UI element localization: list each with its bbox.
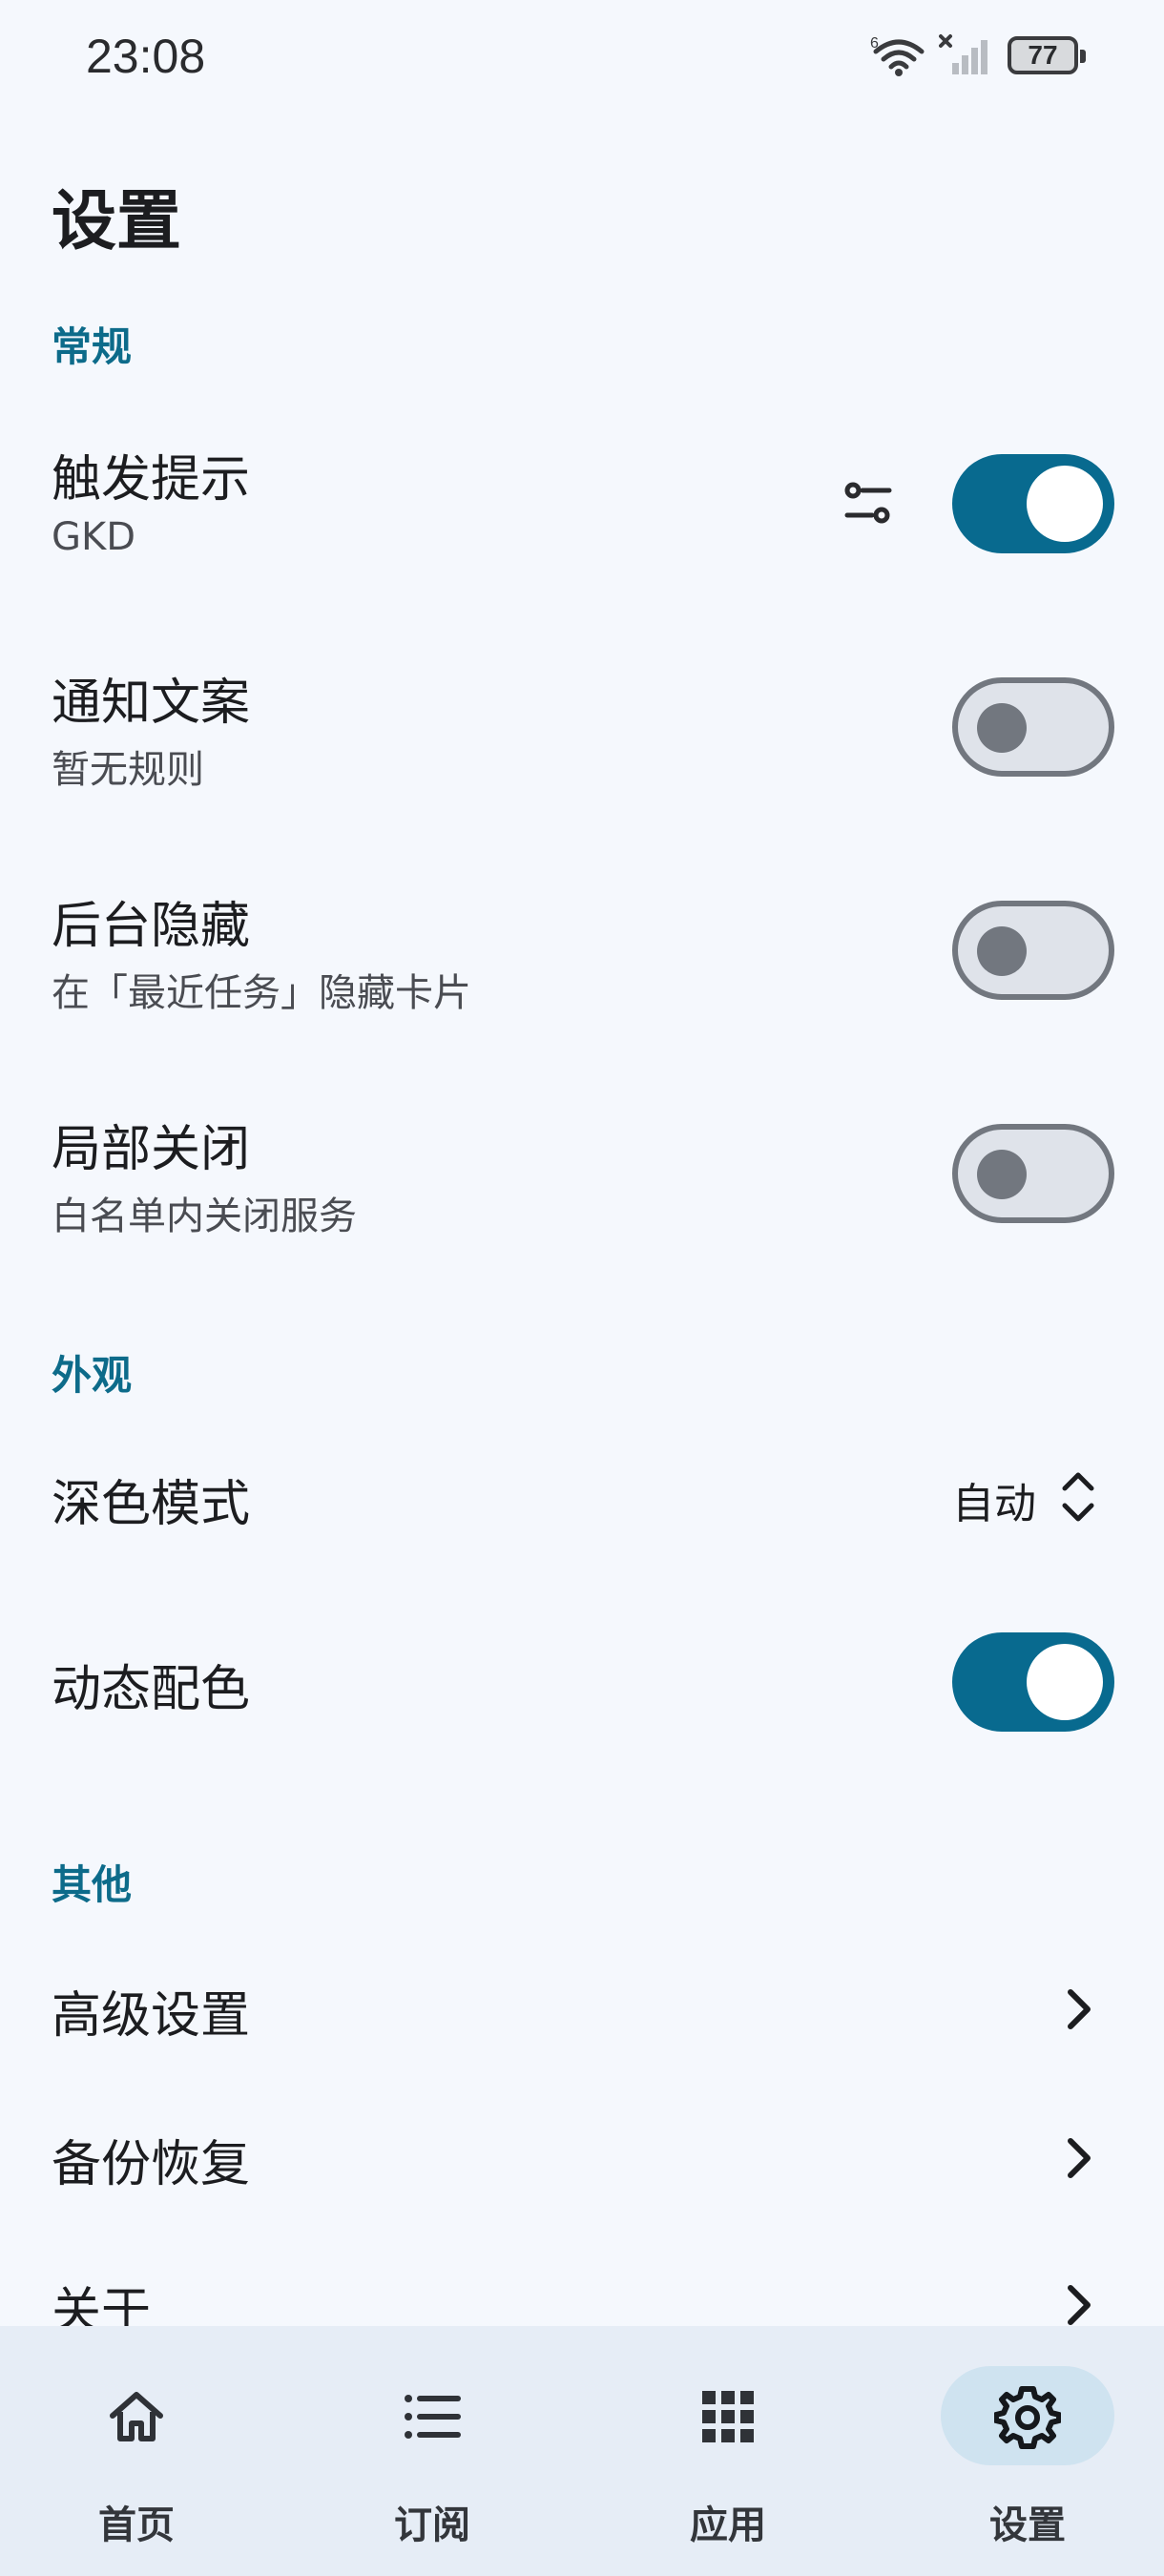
cellular-signal-icon xyxy=(939,34,987,74)
nav-label: 订阅 xyxy=(394,2503,470,2547)
wifi-icon: 6 xyxy=(870,35,925,76)
dynamic-color-switch[interactable] xyxy=(952,1632,1114,1732)
nav-item-subscriptions[interactable]: 订阅 xyxy=(296,2326,587,2576)
setting-dynamic-color[interactable]: 动态配色 xyxy=(0,1630,1164,1735)
setting-subtitle: GKD xyxy=(52,515,136,559)
section-header-appearance: 外观 xyxy=(52,1352,133,1399)
setting-title: 深色模式 xyxy=(52,1476,251,1533)
section-header-general: 常规 xyxy=(52,323,133,370)
grid-icon xyxy=(702,2391,754,2442)
nav-label: 应用 xyxy=(690,2503,766,2547)
chevron-right-icon xyxy=(1068,1989,1091,2029)
status-bar: 23:08 6 77 xyxy=(0,0,1164,114)
setting-title: 通知文案 xyxy=(52,675,251,732)
battery-level: 77 xyxy=(1028,40,1058,70)
chevron-right-icon xyxy=(1068,2138,1091,2178)
setting-title: 备份恢复 xyxy=(52,2136,251,2193)
setting-subtitle: 白名单内关闭服务 xyxy=(52,1195,357,1238)
setting-notification-text[interactable]: 通知文案 暂无规则 xyxy=(0,643,1164,811)
setting-partial-close[interactable]: 局部关闭 白名单内关闭服务 xyxy=(0,1090,1164,1257)
setting-subtitle: 暂无规则 xyxy=(52,748,204,792)
setting-title: 触发提示 xyxy=(52,451,251,509)
setting-title: 局部关闭 xyxy=(52,1121,251,1178)
setting-backup[interactable]: 备份恢复 xyxy=(0,2105,1164,2210)
background-hide-switch[interactable] xyxy=(952,901,1114,1000)
setting-title: 动态配色 xyxy=(52,1661,251,1718)
chevron-right-icon xyxy=(1068,2285,1091,2325)
setting-background-hide[interactable]: 后台隐藏 在「最近任务」隐藏卡片 xyxy=(0,866,1164,1034)
nav-item-home[interactable]: 首页 xyxy=(0,2326,291,2576)
bottom-navigation: 首页 订阅 应用 设置 xyxy=(0,2326,1164,2576)
status-icons: 6 77 xyxy=(870,32,1086,78)
notification-text-switch[interactable] xyxy=(952,677,1114,777)
gear-icon xyxy=(994,2386,1061,2449)
nav-item-apps[interactable]: 应用 xyxy=(592,2326,883,2576)
setting-subtitle: 在「最近任务」隐藏卡片 xyxy=(52,971,471,1015)
setting-title: 高级设置 xyxy=(52,1987,251,2045)
setting-trigger-tip[interactable]: 触发提示 GKD xyxy=(0,420,1164,588)
setting-about[interactable]: 关于 xyxy=(0,2252,1164,2326)
battery-icon: 77 xyxy=(1008,36,1086,74)
nav-item-settings[interactable]: 设置 xyxy=(889,2326,1164,2576)
dark-mode-value[interactable]: 自动 xyxy=(952,1469,1036,1530)
page-title: 设置 xyxy=(52,184,182,260)
unfold-more-icon[interactable] xyxy=(1057,1464,1099,1530)
list-icon xyxy=(405,2395,461,2439)
status-time: 23:08 xyxy=(86,30,206,83)
setting-dark-mode[interactable]: 深色模式 自动 xyxy=(0,1444,1164,1549)
setting-title: 关于 xyxy=(52,2283,152,2326)
home-icon xyxy=(110,2392,163,2441)
setting-advanced[interactable]: 高级设置 xyxy=(0,1956,1164,2061)
nav-label: 首页 xyxy=(98,2503,175,2547)
trigger-tip-switch[interactable] xyxy=(952,454,1114,553)
partial-close-switch[interactable] xyxy=(952,1124,1114,1223)
setting-title: 后台隐藏 xyxy=(52,898,251,955)
nav-label: 设置 xyxy=(989,2503,1066,2547)
tune-icon[interactable] xyxy=(840,475,897,532)
section-header-other: 其他 xyxy=(52,1861,133,1908)
